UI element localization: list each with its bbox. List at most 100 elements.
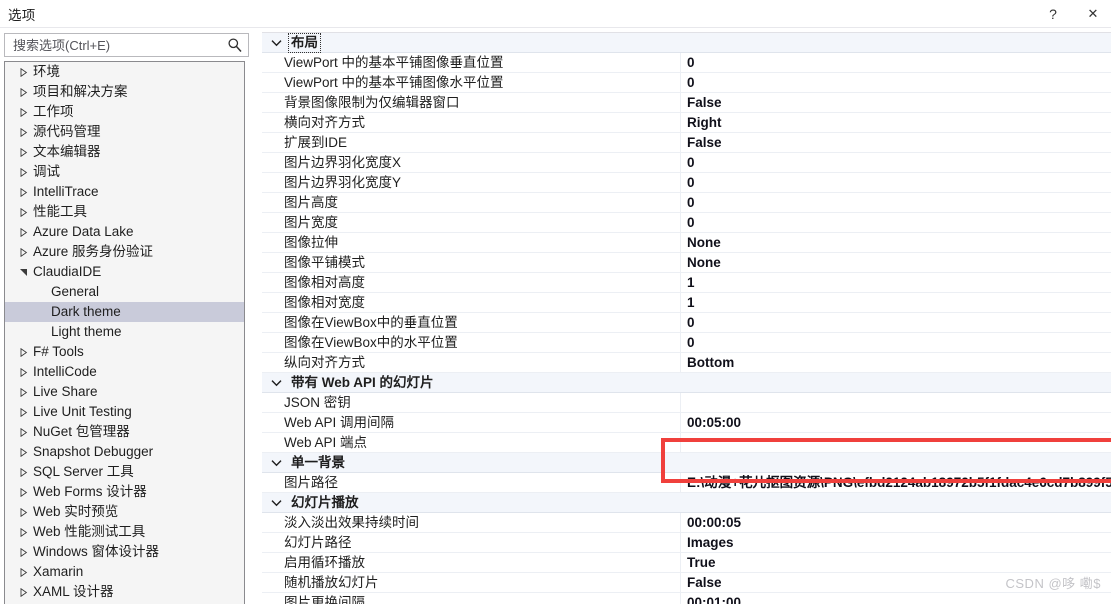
chevron-right-icon[interactable]: [17, 402, 29, 422]
property-row[interactable]: 横向对齐方式 Right: [262, 113, 1111, 133]
chevron-right-icon[interactable]: [17, 242, 29, 262]
sidebar-item[interactable]: XAML 设计器: [5, 582, 244, 602]
property-row[interactable]: Web API 端点: [262, 433, 1111, 453]
property-row[interactable]: 启用循环播放 True: [262, 553, 1111, 573]
help-button[interactable]: ?: [1039, 0, 1067, 28]
sidebar-item[interactable]: IntelliTrace: [5, 182, 244, 202]
sidebar-item[interactable]: Web 性能测试工具: [5, 522, 244, 542]
chevron-down-icon[interactable]: [268, 493, 284, 513]
property-value[interactable]: False: [687, 133, 722, 153]
property-value[interactable]: 00:05:00: [687, 413, 741, 433]
chevron-right-icon[interactable]: [17, 342, 29, 362]
property-row[interactable]: 图像相对高度 1: [262, 273, 1111, 293]
sidebar-item[interactable]: Dark theme: [5, 302, 244, 322]
property-value[interactable]: True: [687, 553, 716, 573]
property-value[interactable]: None: [687, 233, 721, 253]
chevron-right-icon[interactable]: [17, 182, 29, 202]
property-row[interactable]: 淡入淡出效果持续时间 00:00:05: [262, 513, 1111, 533]
chevron-right-icon[interactable]: [17, 362, 29, 382]
sidebar-item[interactable]: Azure 服务身份验证: [5, 242, 244, 262]
search-input[interactable]: [11, 34, 221, 56]
property-row[interactable]: 幻灯片路径 Images: [262, 533, 1111, 553]
chevron-right-icon[interactable]: [17, 542, 29, 562]
chevron-right-icon[interactable]: [17, 482, 29, 502]
chevron-right-icon[interactable]: [17, 462, 29, 482]
chevron-right-icon[interactable]: [17, 82, 29, 102]
chevron-right-icon[interactable]: [17, 162, 29, 182]
chevron-right-icon[interactable]: [17, 522, 29, 542]
chevron-right-icon[interactable]: [17, 582, 29, 602]
property-category-row[interactable]: 带有 Web API 的幻灯片: [262, 373, 1111, 393]
property-value[interactable]: 0: [687, 173, 695, 193]
sidebar-item[interactable]: NuGet 包管理器: [5, 422, 244, 442]
property-value[interactable]: 0: [687, 153, 695, 173]
chevron-down-icon[interactable]: [268, 373, 284, 393]
close-button[interactable]: ✕: [1079, 0, 1107, 28]
sidebar-item[interactable]: Live Unit Testing: [5, 402, 244, 422]
property-value[interactable]: 0: [687, 193, 695, 213]
property-value[interactable]: 00:00:05: [687, 513, 741, 533]
sidebar-item[interactable]: ClaudiaIDE: [5, 262, 244, 282]
property-category-row[interactable]: 单一背景: [262, 453, 1111, 473]
chevron-right-icon[interactable]: [17, 442, 29, 462]
property-row[interactable]: 图像平铺模式 None: [262, 253, 1111, 273]
property-value[interactable]: False: [687, 573, 722, 593]
property-row[interactable]: 图像拉伸 None: [262, 233, 1111, 253]
property-row[interactable]: Web API 调用间隔 00:05:00: [262, 413, 1111, 433]
chevron-down-icon[interactable]: [268, 33, 284, 53]
sidebar-item[interactable]: 调试: [5, 162, 244, 182]
sidebar-item[interactable]: General: [5, 282, 244, 302]
property-value[interactable]: 0: [687, 333, 695, 353]
options-tree[interactable]: 环境 项目和解决方案 工作项 源代码管理 文本编辑器 调试 IntelliTrace 性能工具…: [4, 61, 245, 604]
property-row[interactable]: 图像在ViewBox中的水平位置 0: [262, 333, 1111, 353]
chevron-right-icon[interactable]: [17, 202, 29, 222]
sidebar-item[interactable]: 性能工具: [5, 202, 244, 222]
property-value[interactable]: 1: [687, 273, 695, 293]
property-grid[interactable]: 布局 ViewPort 中的基本平铺图像垂直位置 0 ViewPort 中的基本平铺图…: [262, 32, 1111, 604]
property-row[interactable]: 背景图像限制为仅编辑器窗口 False: [262, 93, 1111, 113]
chevron-down-icon[interactable]: [268, 453, 284, 473]
sidebar-item[interactable]: Web 实时预览: [5, 502, 244, 522]
property-value[interactable]: Right: [687, 113, 722, 133]
property-row[interactable]: 图像在ViewBox中的垂直位置 0: [262, 313, 1111, 333]
property-row[interactable]: 图片宽度 0: [262, 213, 1111, 233]
property-value[interactable]: 00:01:00: [687, 593, 741, 604]
property-row[interactable]: 扩展到IDE False: [262, 133, 1111, 153]
property-value[interactable]: 0: [687, 53, 695, 73]
sidebar-item[interactable]: Azure Data Lake: [5, 222, 244, 242]
property-row[interactable]: 图片边界羽化宽度Y 0: [262, 173, 1111, 193]
property-row[interactable]: 纵向对齐方式 Bottom: [262, 353, 1111, 373]
sidebar-item[interactable]: 环境: [5, 62, 244, 82]
property-row[interactable]: ViewPort 中的基本平铺图像垂直位置 0: [262, 53, 1111, 73]
property-value[interactable]: Bottom: [687, 353, 734, 373]
property-value[interactable]: Images: [687, 533, 734, 553]
chevron-right-icon[interactable]: [17, 102, 29, 122]
property-row[interactable]: 随机播放幻灯片 False: [262, 573, 1111, 593]
sidebar-item[interactable]: Snapshot Debugger: [5, 442, 244, 462]
property-value[interactable]: 0: [687, 213, 695, 233]
property-row[interactable]: 图片边界羽化宽度X 0: [262, 153, 1111, 173]
property-row[interactable]: 图片高度 0: [262, 193, 1111, 213]
property-value[interactable]: None: [687, 253, 721, 273]
sidebar-item[interactable]: 工作项: [5, 102, 244, 122]
sidebar-item[interactable]: IntelliCode: [5, 362, 244, 382]
sidebar-item[interactable]: Windows 窗体设计器: [5, 542, 244, 562]
sidebar-item[interactable]: 源代码管理: [5, 122, 244, 142]
chevron-down-icon[interactable]: [17, 262, 29, 282]
property-value[interactable]: False: [687, 93, 722, 113]
property-value[interactable]: 1: [687, 293, 695, 313]
chevron-right-icon[interactable]: [17, 382, 29, 402]
sidebar-item[interactable]: Xamarin: [5, 562, 244, 582]
sidebar-item[interactable]: Web Forms 设计器: [5, 482, 244, 502]
sidebar-item[interactable]: Live Share: [5, 382, 244, 402]
property-category-row[interactable]: 幻灯片播放: [262, 493, 1111, 513]
search-box[interactable]: [4, 33, 249, 57]
chevron-right-icon[interactable]: [17, 122, 29, 142]
chevron-right-icon[interactable]: [17, 62, 29, 82]
chevron-right-icon[interactable]: [17, 422, 29, 442]
sidebar-item[interactable]: F# Tools: [5, 342, 244, 362]
sidebar-item[interactable]: SQL Server 工具: [5, 462, 244, 482]
property-row[interactable]: JSON 密钥: [262, 393, 1111, 413]
property-value[interactable]: 0: [687, 313, 695, 333]
property-row[interactable]: 图片路径 E:\动漫+花儿抠图资源\PNG\efbd2124ab18972b5f1…: [262, 473, 1111, 493]
